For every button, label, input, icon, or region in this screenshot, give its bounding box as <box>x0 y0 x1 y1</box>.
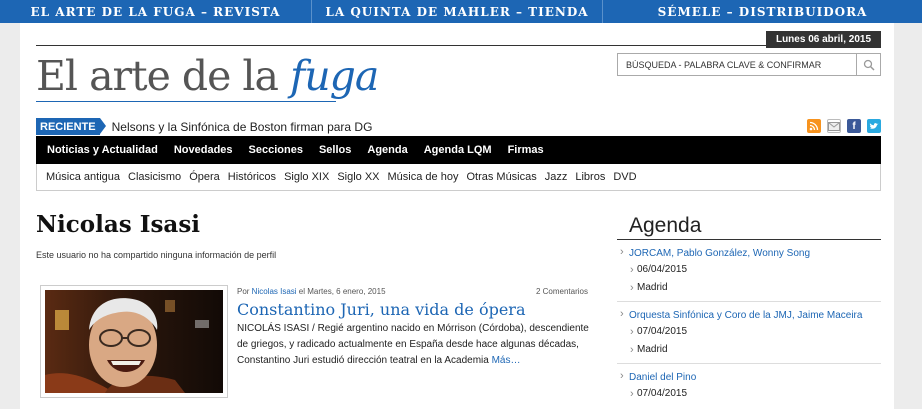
post-excerpt: NICOLÁS ISASI / Regié argentino nacido e… <box>237 321 597 369</box>
subnav-historicos[interactable]: Históricos <box>228 171 276 183</box>
nav-firmas[interactable]: Firmas <box>508 144 544 156</box>
subnav-opera[interactable]: Ópera <box>189 171 220 183</box>
agenda-item-date: 07/04/2015 <box>617 385 881 403</box>
agenda-item-date: 06/04/2015 <box>617 261 881 279</box>
agenda-item-title[interactable]: Daniel del Pino <box>617 369 881 385</box>
email-icon[interactable] <box>827 119 841 133</box>
search-input[interactable] <box>618 54 856 75</box>
top-link-tienda[interactable]: LA QUINTA DE MAHLER – TIENDA <box>312 0 603 23</box>
main-nav: Noticias y Actualidad Novedades Seccione… <box>36 136 881 164</box>
subnav-libros[interactable]: Libros <box>575 171 605 183</box>
nav-agenda-lqm[interactable]: Agenda LQM <box>424 144 492 156</box>
agenda-item: Orquesta Sinfónica y Coro de la JMJ, Jai… <box>617 302 881 364</box>
post-excerpt-text: NICOLÁS ISASI / Regié argentino nacido e… <box>237 323 589 366</box>
logo-text-fuga: fuga <box>290 52 379 100</box>
sub-nav: Música antigua Clasicismo Ópera Históric… <box>36 164 881 191</box>
post-meta-prefix: Por <box>237 287 252 296</box>
subnav-otras-musicas[interactable]: Otras Músicas <box>466 171 536 183</box>
agenda-item: JORCAM, Pablo González, Wonny Song 06/04… <box>617 240 881 302</box>
post-thumbnail[interactable] <box>40 285 228 398</box>
top-link-revista[interactable]: EL ARTE DE LA FUGA – REVISTA <box>0 0 312 23</box>
subnav-dvd[interactable]: DVD <box>613 171 636 183</box>
logo-underline <box>36 101 336 102</box>
post-comments-link[interactable]: 2 Comentarios <box>536 287 588 296</box>
nav-secciones[interactable]: Secciones <box>249 144 303 156</box>
agenda-item-date: 07/04/2015 <box>617 323 881 341</box>
nav-sellos[interactable]: Sellos <box>319 144 351 156</box>
twitter-icon[interactable] <box>867 119 881 133</box>
top-link-distribuidora[interactable]: SÉMELE – DISTRIBUIDORA <box>603 0 922 23</box>
post-title[interactable]: Constantino Juri, una vida de ópera <box>237 300 525 319</box>
post-author-link[interactable]: Nicolas Isasi <box>252 287 297 296</box>
subnav-musica-de-hoy[interactable]: Música de hoy <box>388 171 459 183</box>
agenda-item-title[interactable]: JORCAM, Pablo González, Wonny Song <box>617 245 881 261</box>
nav-noticias[interactable]: Noticias y Actualidad <box>47 144 158 156</box>
agenda-item-title[interactable]: Orquesta Sinfónica y Coro de la JMJ, Jai… <box>617 307 881 323</box>
subnav-clasicismo[interactable]: Clasicismo <box>128 171 181 183</box>
subnav-siglo-xix[interactable]: Siglo XIX <box>284 171 329 183</box>
post-meta: Por Nicolas Isasi el Martes, 6 enero, 20… <box>237 287 588 296</box>
site-logo[interactable]: El arte de la fuga <box>36 52 379 100</box>
search-icon <box>863 59 875 71</box>
top-bar: EL ARTE DE LA FUGA – REVISTA LA QUINTA D… <box>0 0 922 23</box>
search-button[interactable] <box>856 54 880 75</box>
subnav-musica-antigua[interactable]: Música antigua <box>46 171 120 183</box>
logo-text: El arte de la <box>36 52 291 100</box>
recent-label: RECIENTE <box>36 118 106 135</box>
page: Lunes 06 abril, 2015 El arte de la fuga … <box>20 23 894 409</box>
agenda-title: Agenda <box>617 214 881 240</box>
portrait-image <box>45 290 223 393</box>
agenda-item-place: Madrid <box>617 279 881 297</box>
read-more-link[interactable]: Más… <box>492 355 521 366</box>
post-date: el Martes, 6 enero, 2015 <box>296 287 386 296</box>
agenda-item: Daniel del Pino 07/04/2015 <box>617 364 881 407</box>
rss-icon[interactable] <box>807 119 821 133</box>
subnav-jazz[interactable]: Jazz <box>545 171 568 183</box>
header-divider <box>36 45 881 46</box>
recent-ticker: RECIENTE Nelsons y la Sinfónica de Bosto… <box>36 118 881 135</box>
facebook-icon[interactable]: f <box>847 119 861 133</box>
search-box <box>617 53 881 76</box>
recent-headline[interactable]: Nelsons y la Sinfónica de Boston firman … <box>112 120 373 134</box>
agenda-widget: Agenda JORCAM, Pablo González, Wonny Son… <box>617 214 881 407</box>
nav-novedades[interactable]: Novedades <box>174 144 233 156</box>
agenda-item-place: Madrid <box>617 341 881 359</box>
date-badge: Lunes 06 abril, 2015 <box>766 31 881 48</box>
subnav-siglo-xx[interactable]: Siglo XX <box>337 171 379 183</box>
user-description: Este usuario no ha compartido ninguna in… <box>36 250 277 260</box>
page-title: Nicolas Isasi <box>36 211 200 238</box>
nav-agenda[interactable]: Agenda <box>367 144 407 156</box>
social-links: f <box>807 119 881 133</box>
